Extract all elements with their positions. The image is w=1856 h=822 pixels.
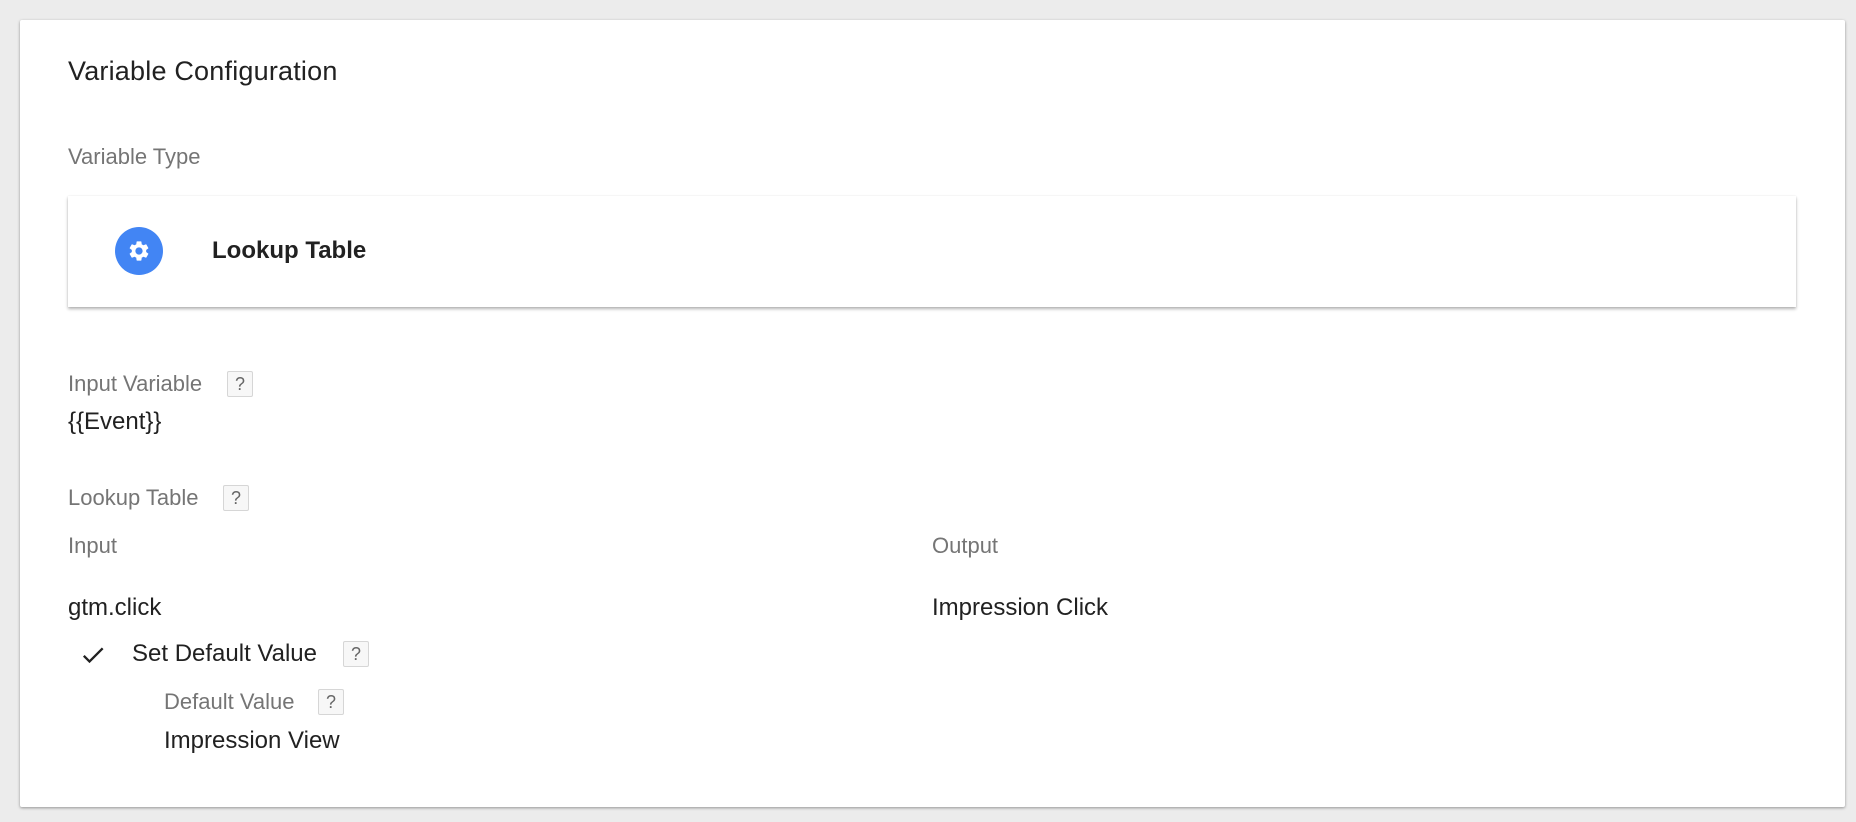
checkmark-icon xyxy=(82,647,104,664)
variable-type-name: Lookup Table xyxy=(212,237,367,264)
table-row-input-cell: gtm.click xyxy=(68,594,162,621)
default-value-help-icon[interactable]: ? xyxy=(318,689,344,715)
lookup-table-help-icon[interactable]: ? xyxy=(223,485,249,511)
input-variable-label: Input Variable xyxy=(68,371,203,396)
variable-type-selector[interactable]: Lookup Table xyxy=(68,196,1796,307)
column-header-input: Input xyxy=(68,533,117,558)
section-title: Variable Configuration xyxy=(68,56,338,86)
set-default-value-checkbox[interactable] xyxy=(79,641,107,669)
variable-type-label: Variable Type xyxy=(68,144,201,169)
set-default-value-help-icon[interactable]: ? xyxy=(343,641,369,667)
gear-icon xyxy=(115,227,163,275)
default-value-label: Default Value xyxy=(164,689,295,714)
table-row-output-cell: Impression Click xyxy=(932,594,1109,621)
set-default-value-label[interactable]: Set Default Value xyxy=(132,640,317,668)
column-header-output: Output xyxy=(932,533,999,558)
default-value-value: Impression View xyxy=(164,727,340,754)
variable-configuration-card: Variable Configuration Variable Type Loo… xyxy=(20,20,1845,807)
input-variable-value: {{Event}} xyxy=(68,408,162,435)
input-variable-help-icon[interactable]: ? xyxy=(227,371,253,397)
lookup-table-label: Lookup Table xyxy=(68,485,199,510)
